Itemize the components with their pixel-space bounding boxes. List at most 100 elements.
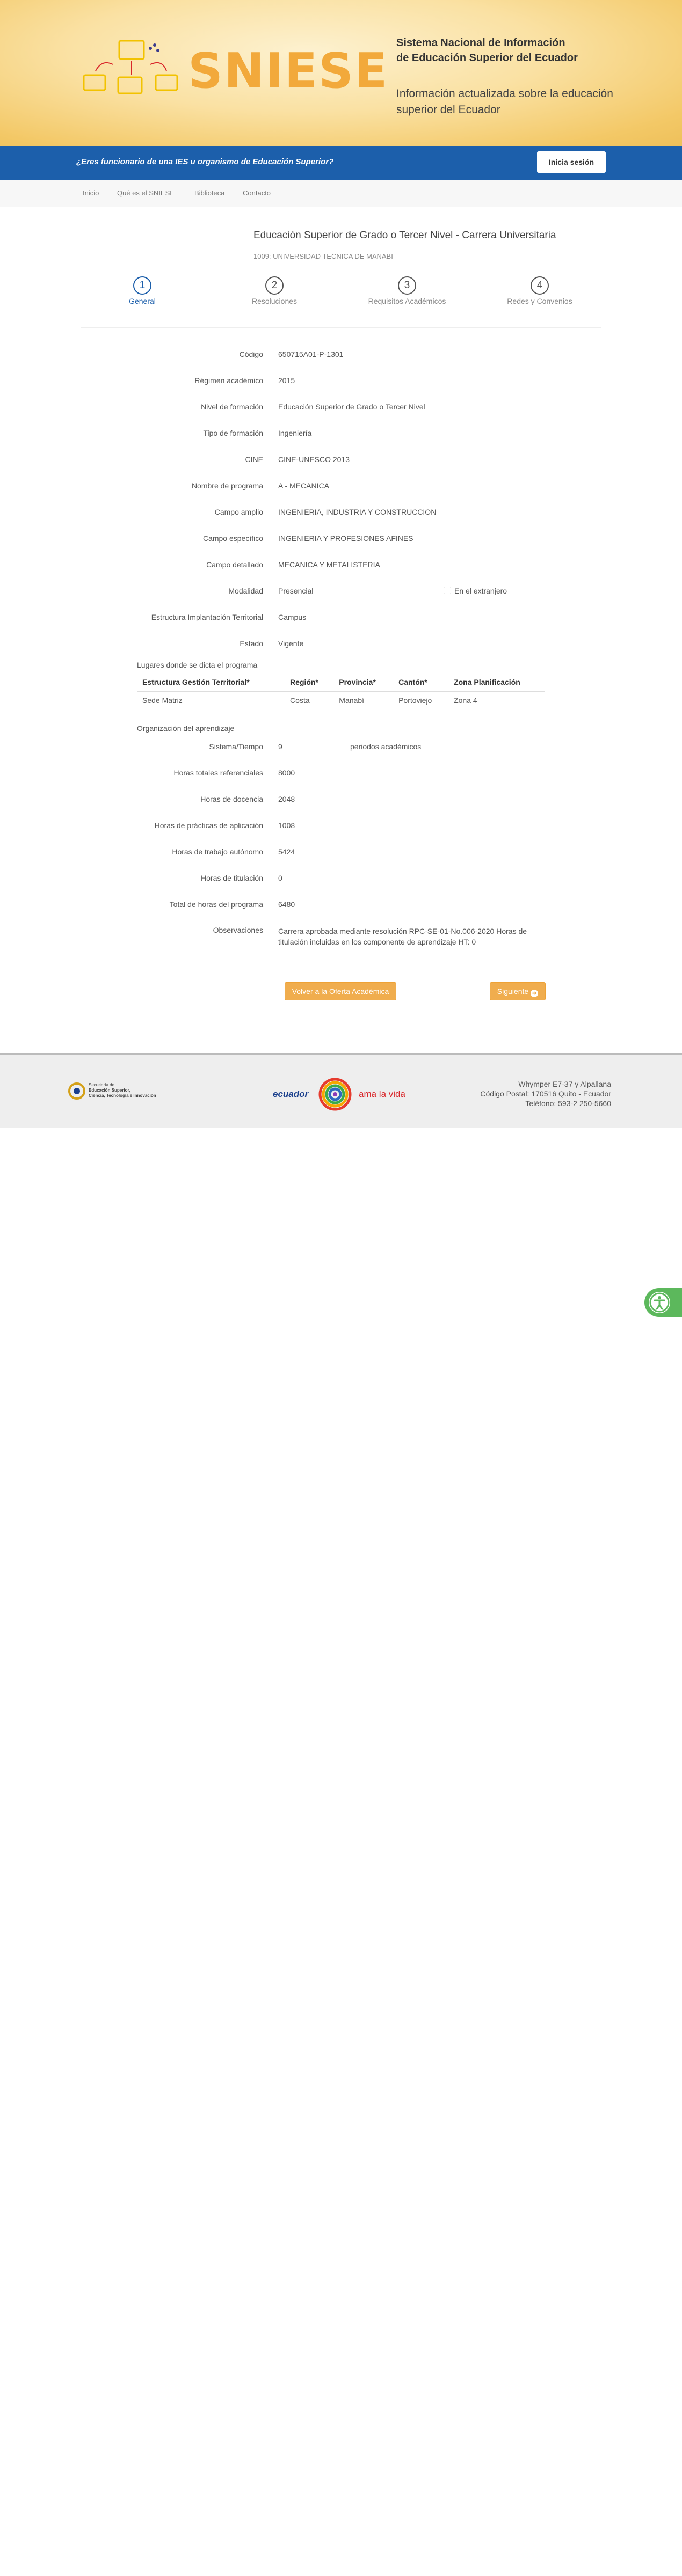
- row-horas-autonomo: Horas de trabajo autónomo 5424: [0, 847, 682, 860]
- next-button[interactable]: Siguiente ➜: [490, 982, 546, 1000]
- step-number: 1: [133, 276, 151, 295]
- site-banner: SNIESE Sistema Nacional de Información d…: [0, 0, 682, 146]
- login-prompt-text: ¿Eres funcionario de una IES u organismo…: [76, 157, 334, 166]
- field-label: Nivel de formación: [201, 402, 263, 411]
- row-sistema: Sistema/Tiempo 9 periodos académicos: [0, 742, 682, 755]
- table-header-row: Estructura Gestión Territorial* Región* …: [137, 674, 545, 692]
- row-horas-practicas: Horas de prácticas de aplicación 1008: [0, 821, 682, 834]
- back-to-offer-button[interactable]: Volver a la Oferta Académica: [285, 982, 396, 1000]
- login-button[interactable]: Inicia sesión: [537, 151, 606, 173]
- field-value: 0: [278, 874, 282, 882]
- step-label: Redes y Convenios: [507, 297, 572, 305]
- field-value: 650715A01-P-1301: [278, 350, 344, 358]
- nav-item-que-es[interactable]: Qué es el SNIESE: [117, 189, 175, 197]
- network-computers-icon: [83, 40, 178, 94]
- accessibility-button[interactable]: [644, 1288, 682, 1317]
- senescyt-logo[interactable]: Secretaría de Educación Superior, Cienci…: [67, 1081, 164, 1103]
- step-requisitos[interactable]: 3 Requisitos Académicos: [353, 276, 461, 305]
- row-campo-amplio: Campo amplio INGENIERIA, INDUSTRIA Y CON…: [0, 508, 682, 521]
- field-value: A - MECANICA: [278, 481, 329, 490]
- locations-table: Estructura Gestión Territorial* Región* …: [137, 674, 545, 709]
- field-label: Régimen académico: [194, 376, 263, 385]
- step-general[interactable]: 1 General: [89, 276, 196, 305]
- row-codigo: Código 650715A01-P-1301: [0, 350, 682, 363]
- field-label: CINE: [245, 455, 263, 464]
- arrow-right-icon: ➜: [531, 990, 539, 997]
- field-label: Código: [239, 350, 263, 358]
- ama-la-vida-text: ama la vida: [359, 1089, 405, 1099]
- step-number: 2: [265, 276, 284, 295]
- column-header: Provincia*: [333, 674, 394, 692]
- row-nivel: Nivel de formación Educación Superior de…: [0, 402, 682, 415]
- field-label: Total de horas del programa: [169, 900, 263, 909]
- field-unit: periodos académicos: [350, 742, 422, 751]
- field-label: Observaciones: [213, 926, 263, 934]
- footer-address: Whymper E7-37 y Alpallana Código Postal:…: [480, 1080, 611, 1108]
- field-label: Horas de prácticas de aplicación: [154, 821, 263, 830]
- field-value: CINE-UNESCO 2013: [278, 455, 350, 464]
- field-value: Campus: [278, 613, 307, 621]
- main-nav: Inicio Qué es el SNIESE Biblioteca Conta…: [0, 180, 682, 207]
- field-label: Horas de titulación: [201, 874, 263, 882]
- step-number: 4: [531, 276, 549, 295]
- table-cell: Sede Matriz: [137, 691, 285, 709]
- ecuador-text: ecuador: [273, 1089, 309, 1099]
- accessibility-icon: [649, 1292, 670, 1313]
- page-title: Educación Superior de Grado o Tercer Niv…: [253, 230, 556, 241]
- field-value: 1008: [278, 821, 295, 830]
- field-value: 2048: [278, 795, 295, 803]
- column-header: Región*: [285, 674, 334, 692]
- row-horas-titulacion: Horas de titulación 0: [0, 874, 682, 887]
- table-cell: Manabí: [333, 691, 394, 709]
- field-label: Campo amplio: [214, 508, 263, 516]
- row-regimen: Régimen académico 2015: [0, 376, 682, 389]
- column-header: Zona Planificación: [448, 674, 545, 692]
- field-value: 6480: [278, 900, 295, 909]
- field-label: Campo detallado: [206, 560, 263, 569]
- nav-item-contacto[interactable]: Contacto: [243, 189, 271, 197]
- sniese-logo[interactable]: SNIESE: [81, 38, 387, 107]
- step-number: 3: [398, 276, 416, 295]
- step-resoluciones[interactable]: 2 Resoluciones: [221, 276, 328, 305]
- table-cell: Zona 4: [448, 691, 545, 709]
- field-value: Educación Superior de Grado o Tercer Niv…: [278, 402, 425, 411]
- field-value: 8000: [278, 769, 295, 777]
- field-label: Estado: [240, 639, 263, 648]
- table-row: Sede Matriz Costa Manabí Portoviejo Zona…: [137, 691, 545, 709]
- field-label: Sistema/Tiempo: [209, 742, 263, 751]
- row-total-horas: Total de horas del programa 6480: [0, 900, 682, 913]
- nav-item-inicio[interactable]: Inicio: [83, 189, 99, 197]
- column-header: Estructura Gestión Territorial*: [137, 674, 285, 692]
- field-label: Tipo de formación: [203, 429, 263, 437]
- abroad-checkbox[interactable]: [444, 587, 451, 594]
- nav-item-biblioteca[interactable]: Biblioteca: [194, 189, 224, 197]
- field-value: Ingeniería: [278, 429, 312, 437]
- field-value: 2015: [278, 376, 295, 385]
- field-label: Estructura Implantación Territorial: [151, 613, 263, 621]
- table-cell: Costa: [285, 691, 334, 709]
- row-horas-docencia: Horas de docencia 2048: [0, 795, 682, 808]
- field-label: Horas de docencia: [200, 795, 263, 803]
- ecuador-ama-la-vida-logo[interactable]: ecuador ama la vida: [273, 1077, 407, 1111]
- field-value: Vigente: [278, 639, 304, 648]
- column-header: Cantón*: [393, 674, 449, 692]
- field-value: MECANICA Y METALISTERIA: [278, 560, 380, 569]
- step-label: Requisitos Académicos: [368, 297, 446, 305]
- row-campo-especifico: Campo específico INGENIERIA Y PROFESIONE…: [0, 534, 682, 547]
- wizard-steps: 1 General 2 Resoluciones 3 Requisitos Ac…: [81, 276, 601, 328]
- sun-rainbow-icon: [318, 1078, 352, 1111]
- banner-title: Sistema Nacional de Información de Educa…: [396, 37, 578, 64]
- step-label: Resoluciones: [251, 297, 298, 305]
- step-redes[interactable]: 4 Redes y Convenios: [486, 276, 593, 305]
- step-label: General: [129, 297, 156, 305]
- row-estructura: Estructura Implantación Territorial Camp…: [0, 613, 682, 626]
- field-value: 9: [278, 742, 282, 751]
- senescyt-emblem-icon: [68, 1082, 85, 1100]
- row-modalidad: Modalidad Presencial En el extranjero: [0, 587, 682, 599]
- locations-title: Lugares donde se dicta el programa: [137, 661, 258, 669]
- row-campo-detallado: Campo detallado MECANICA Y METALISTERIA: [0, 560, 682, 573]
- banner-subtitle: Información actualizada sobre la educaci…: [396, 87, 613, 116]
- field-label: Horas de trabajo autónomo: [172, 847, 263, 856]
- field-value: 5424: [278, 847, 295, 856]
- field-value: Presencial: [278, 587, 314, 595]
